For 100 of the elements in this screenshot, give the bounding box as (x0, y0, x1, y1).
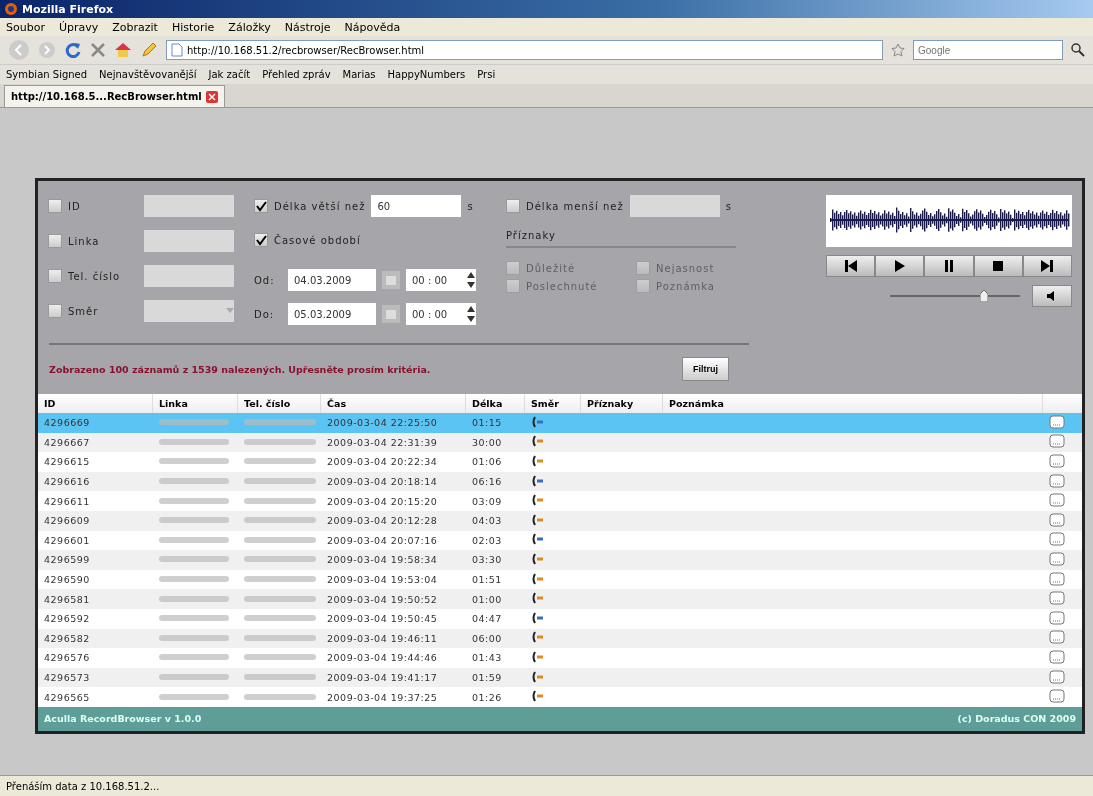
redacted-mark (159, 496, 229, 505)
pencil-icon[interactable] (140, 41, 158, 59)
bookmark-item[interactable]: Prsi (477, 69, 496, 80)
table-cell-text: 4296565 (43, 691, 91, 703)
menu-item[interactable]: Nápověda (344, 20, 401, 34)
table-cell-text: 30:00 (471, 436, 503, 448)
bookmark-item[interactable]: Marias (342, 69, 376, 80)
table-cell-text: 06:16 (471, 476, 503, 488)
volume-slider[interactable] (890, 290, 1020, 302)
bookmark-item[interactable]: Přehled zpráv (262, 69, 331, 80)
checkbox[interactable] (48, 269, 62, 283)
table-row[interactable]: 4296599 2009-03-04 19:58:34 03:30 (38, 550, 1082, 570)
select-field[interactable] (144, 300, 234, 322)
browser-tab[interactable]: http://10.168.5...RecBrowser.html (4, 85, 225, 107)
note-icon[interactable] (1049, 571, 1065, 586)
volume-button[interactable] (1032, 285, 1072, 307)
note-icon[interactable] (1049, 493, 1065, 508)
filter-label: Od: (254, 274, 276, 286)
bookmark-item[interactable]: Nejnavštěvovanější (99, 69, 197, 80)
pause-button[interactable] (924, 255, 974, 277)
input-field[interactable] (144, 230, 234, 252)
note-icon[interactable] (1049, 512, 1065, 527)
window-title: Mozilla Firefox (22, 2, 114, 16)
table-cell-text: 2009-03-04 19:37:25 (326, 691, 439, 703)
skip-back-button[interactable] (826, 255, 876, 277)
checkbox[interactable] (48, 234, 62, 248)
menu-item[interactable]: Nástroje (284, 20, 331, 34)
note-icon[interactable] (1049, 414, 1065, 429)
table-cell-text: 4296615 (43, 456, 91, 468)
input-field[interactable] (144, 195, 234, 217)
home-icon[interactable] (114, 42, 132, 58)
table-row[interactable]: 4296609 2009-03-04 20:12:28 04:03 (38, 510, 1082, 531)
menu-item[interactable]: Záložky (228, 20, 271, 34)
play-button[interactable] (875, 255, 925, 277)
note-icon[interactable] (1049, 434, 1065, 449)
note-icon[interactable] (1049, 454, 1065, 468)
time-field[interactable]: 00 : 00 (406, 303, 476, 325)
table-row[interactable]: 4296667 2009-03-04 22:31:39 30:00 (38, 432, 1082, 453)
table-cell-text: 4296592 (43, 613, 91, 625)
table-cell-text: 4296609 (43, 515, 91, 527)
call-direction-icon (531, 631, 545, 644)
table-row[interactable]: 4296573 2009-03-04 19:41:17 01:59 (38, 667, 1082, 688)
table-cell-text: 03:09 (471, 495, 503, 507)
filter-button[interactable]: Filtruj (682, 357, 729, 381)
star-icon[interactable] (891, 43, 905, 57)
input-field[interactable]: 60 (371, 195, 462, 217)
date-field[interactable]: 05.03.2009 (288, 303, 376, 325)
table-cell-text: 4296601 (43, 534, 91, 546)
bookmark-item[interactable]: Jak začít (208, 69, 251, 80)
note-icon[interactable] (1049, 591, 1065, 606)
bookmark-item[interactable]: HappyNumbers (387, 69, 466, 80)
note-icon[interactable] (1049, 532, 1065, 547)
redacted-mark (159, 594, 229, 603)
table-row[interactable]: 4296669 2009-03-04 22:25:50 01:15 (38, 413, 1082, 433)
checkbox[interactable] (254, 199, 268, 213)
date-field[interactable]: 04.03.2009 (288, 269, 376, 291)
note-icon[interactable] (1049, 610, 1065, 625)
table-row[interactable]: 4296581 2009-03-04 19:50:52 01:00 (38, 589, 1082, 609)
time-field[interactable]: 00 : 00 (406, 269, 476, 291)
stop-button[interactable] (973, 255, 1023, 277)
checkbox[interactable] (254, 233, 268, 247)
close-icon[interactable] (205, 90, 218, 103)
menu-item[interactable]: Zobrazit (112, 20, 158, 34)
address-bar[interactable]: http://10.168.51.2/recbrowser/RecBrowser.html (166, 40, 883, 60)
redacted-mark (244, 418, 316, 427)
spinner-icon[interactable] (466, 270, 476, 290)
input-field[interactable] (144, 265, 234, 287)
checkbox[interactable] (48, 199, 62, 213)
table-row[interactable]: 4296616 2009-03-04 20:18:14 06:16 (38, 471, 1082, 492)
firefox-icon (4, 2, 18, 16)
menu-item[interactable]: Úpravy (58, 20, 99, 34)
spinner-icon[interactable] (466, 304, 476, 324)
input-field[interactable] (629, 195, 720, 217)
checkbox[interactable] (506, 199, 520, 213)
table-cell-text: 4296611 (43, 495, 91, 507)
menu-item[interactable]: Historie (171, 20, 215, 34)
note-icon[interactable] (1049, 689, 1065, 704)
stop-icon[interactable] (90, 42, 106, 58)
redacted-mark (244, 535, 316, 544)
skip-forward-button[interactable] (1022, 255, 1072, 277)
call-direction-icon (531, 552, 545, 565)
checkbox[interactable] (48, 304, 62, 318)
note-icon[interactable] (1049, 630, 1065, 645)
search-field[interactable]: Google (913, 40, 1063, 60)
bookmark-item[interactable]: Symbian Signed (6, 69, 88, 80)
call-direction-icon (531, 474, 545, 487)
section-title: Příznaky (506, 230, 556, 241)
table-row[interactable]: 4296582 2009-03-04 19:46:11 06:00 (38, 628, 1082, 649)
menu-item[interactable]: Soubor (6, 20, 45, 34)
reload-icon[interactable] (64, 41, 82, 59)
note-icon[interactable] (1049, 649, 1065, 664)
note-icon[interactable] (1049, 669, 1065, 684)
search-icon[interactable] (1071, 43, 1085, 57)
note-icon[interactable] (1049, 551, 1065, 566)
redacted-mark (244, 477, 316, 486)
filter-label: ID (68, 200, 82, 212)
filter-label: Linka (68, 235, 101, 247)
slider-thumb[interactable] (979, 290, 988, 302)
note-icon[interactable] (1049, 473, 1065, 488)
call-direction-icon (531, 435, 545, 448)
